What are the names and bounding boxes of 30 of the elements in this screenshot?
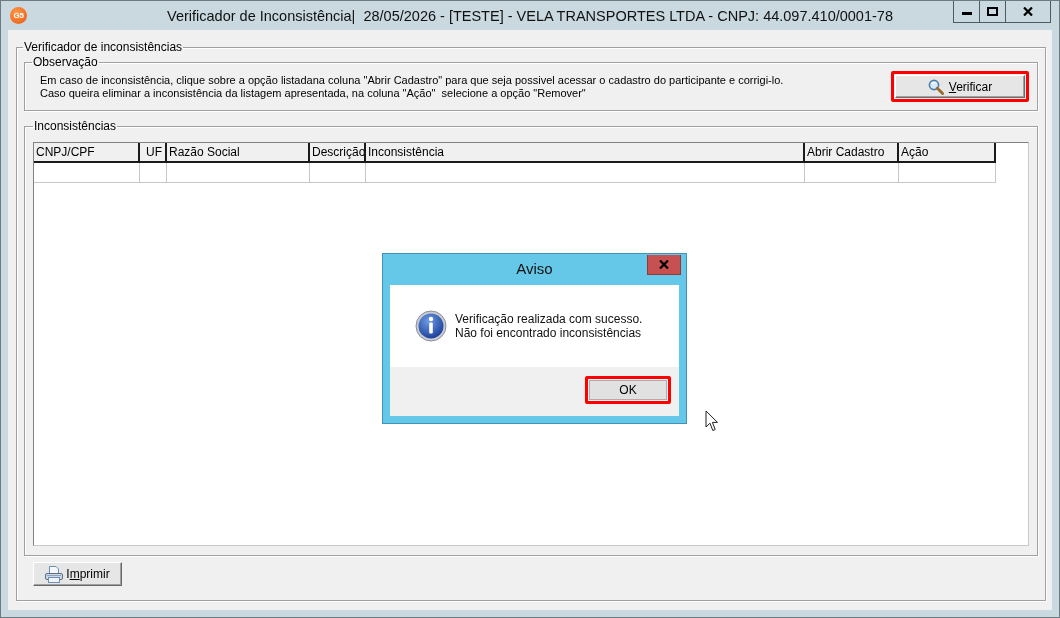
window-title: Verificador de Inconsistência| 28/05/2026 - [TESTE] - VELA TRANSPORTES LTDA - CNPJ: 44.097.410/0001-78 [167, 7, 893, 24]
column-header[interactable]: Razão Social [167, 143, 310, 161]
group-title: Inconsistências [33, 119, 118, 133]
instruction-text: Em caso de inconsistência, clique sobre a opção listadana coluna "Abrir Cadastro" para que seja possivel acessar o cadastro do participante e corrigi-lo. [40, 74, 785, 87]
minimize-icon [961, 12, 972, 15]
group-title: Observação [32, 55, 99, 69]
column-header[interactable]: Inconsistência [366, 143, 805, 161]
column-header[interactable]: CNPJ/CPF [34, 143, 140, 161]
close-icon [659, 260, 669, 269]
search-icon [927, 78, 944, 95]
column-header[interactable]: UF [140, 143, 167, 161]
group-title: Verificador de inconsistências [23, 40, 184, 54]
app-logo: G5 [10, 7, 27, 24]
message-text: Não foi encontrado inconsistências [455, 326, 643, 340]
printer-icon [45, 565, 64, 583]
close-button[interactable] [1005, 1, 1051, 23]
ok-button[interactable]: OK [589, 380, 667, 400]
instruction-text: Caso queira eliminar a inconsistência da listagem apresentada, na coluna "Ação" selecione a opção "Remover" [40, 87, 587, 100]
verify-button[interactable]: Verificar [895, 75, 1025, 98]
mouse-pointer-icon [705, 410, 719, 432]
print-button[interactable]: Imprimir [33, 562, 122, 586]
info-icon [415, 310, 447, 342]
column-header[interactable]: Descrição [310, 143, 366, 161]
maximize-icon [987, 7, 998, 16]
column-header[interactable]: Ação [899, 143, 996, 161]
dialog-title: Aviso [516, 259, 553, 279]
column-header[interactable]: Abrir Cadastro [805, 143, 899, 161]
minimize-button[interactable] [953, 1, 980, 23]
close-icon [1023, 7, 1033, 16]
message-text: Verificação realizada com sucesso. [455, 312, 643, 326]
